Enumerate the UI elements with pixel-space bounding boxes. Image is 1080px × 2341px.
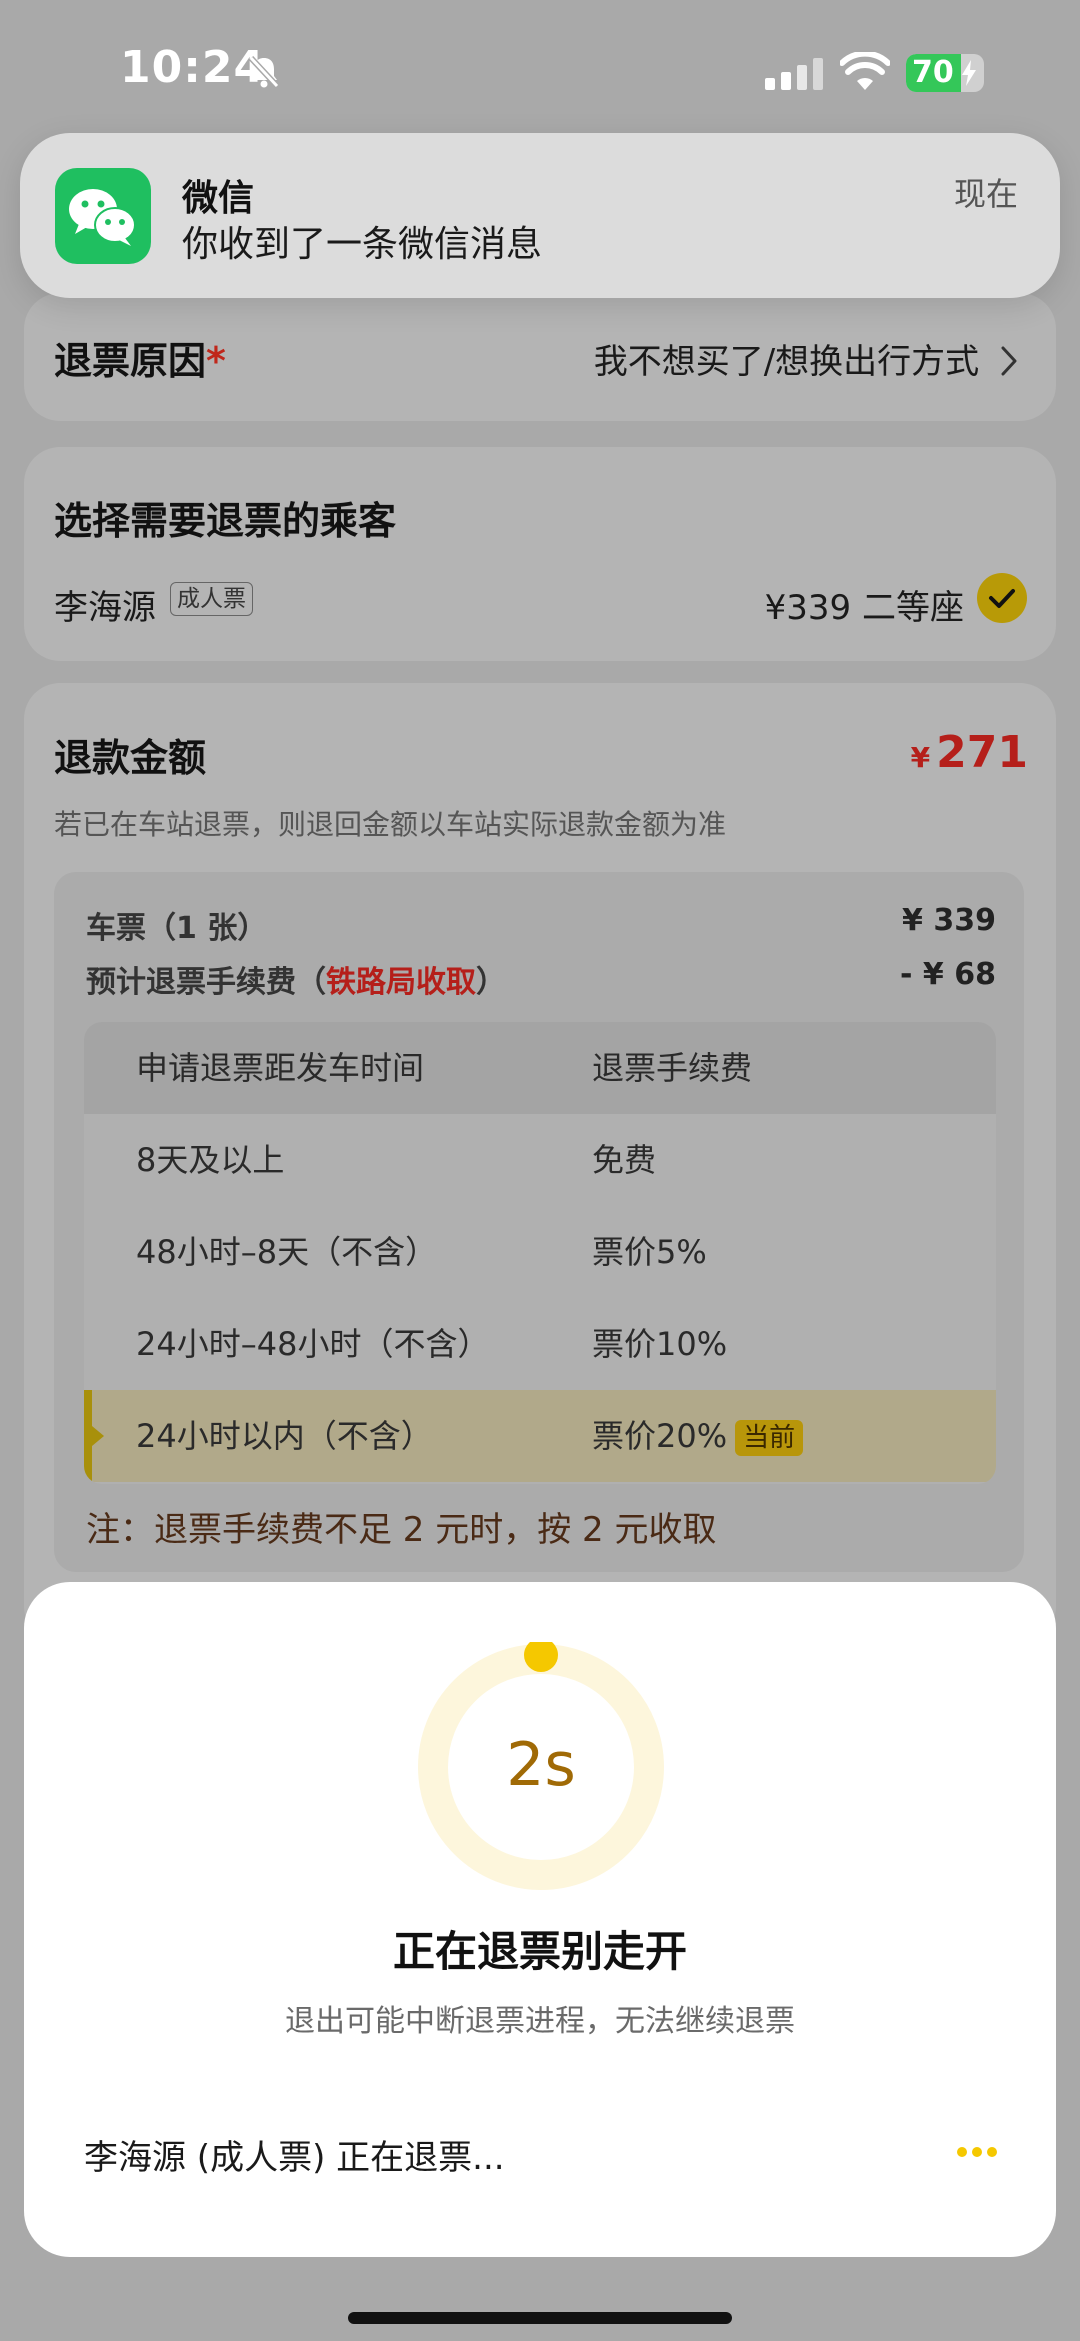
wechat-notification[interactable]: 微信 你收到了一条微信消息 现在: [20, 133, 1060, 298]
countdown-text: 2s: [506, 1730, 576, 1800]
refund-reason-value[interactable]: 我不想买了/想换出行方式: [594, 334, 1018, 383]
loading-dots-icon: [957, 2147, 997, 2157]
fee-label-collector: 铁路局收取: [326, 965, 476, 1000]
home-indicator[interactable]: [348, 2312, 732, 2324]
status-time: 10:24: [120, 42, 266, 93]
current-tag: 当前: [735, 1420, 804, 1456]
fee-rules-table: 申请退票距发车时间 退票手续费 8天及以上 免费 48小时–8天（不含） 票价5…: [84, 1022, 996, 1484]
ticket-total-value: ¥ 339: [902, 903, 996, 938]
notification-message: 你收到了一条微信消息: [182, 224, 543, 265]
table-header-fee: 退票手续费: [592, 1049, 753, 1087]
fee-value: - ¥ 68: [900, 957, 996, 992]
signal-icon: [765, 58, 823, 90]
required-mark: *: [206, 339, 226, 383]
passenger-name: 李海源: [54, 588, 156, 628]
row-time: 8天及以上: [136, 1141, 285, 1179]
current-row-pointer: [92, 1426, 104, 1446]
check-circle-icon[interactable]: [977, 573, 1027, 623]
ticket-type-badge: 成人票: [170, 582, 253, 616]
charging-bolt-icon: [962, 60, 976, 86]
battery-icon: 70: [906, 54, 984, 92]
notification-app-name: 微信: [182, 178, 255, 219]
table-header-time: 申请退票距发车时间: [136, 1049, 425, 1087]
fee-label-prefix: 预计退票手续费（: [86, 965, 326, 1000]
chevron-right-icon: [1001, 346, 1017, 376]
fee-label: 预计退票手续费（铁路局收取）: [86, 957, 506, 1001]
currency-symbol: ¥: [910, 741, 931, 774]
row-time: 24小时以内（不含）: [136, 1417, 433, 1455]
refund-amount-number: 271: [936, 727, 1028, 778]
refund-amount-value: ¥271: [911, 727, 1028, 778]
wechat-icon: [55, 168, 151, 264]
refund-reason-label-text: 退票原因: [54, 339, 207, 383]
ticket-count-label: 车票（1 张）: [86, 911, 268, 946]
row-time: 48小时–8天（不含）: [136, 1233, 438, 1271]
refund-amount-note: 若已在车站退票，则退回金额以车站实际退款金额为准: [54, 808, 727, 841]
refund-reason-label: 退票原因*: [54, 330, 226, 385]
table-row: 8天及以上 免费: [84, 1114, 996, 1206]
refund-amount-title: 退款金额: [54, 736, 207, 780]
row-time: 24小时–48小时（不含）: [136, 1325, 490, 1363]
fee-footnote: 注：退票手续费不足 2 元时，按 2 元收取: [86, 1510, 717, 1550]
row-fee: 票价5%: [592, 1233, 707, 1271]
notification-time: 现在: [953, 175, 1018, 213]
refund-status-text: 李海源 (成人票) 正在退票...: [84, 2138, 505, 2178]
sheet-subtitle: 退出可能中断退票进程，无法继续退票: [285, 2004, 795, 2039]
row-fee: 票价10%: [592, 1325, 728, 1363]
row-fee: 票价20% 当前: [592, 1390, 804, 1482]
table-header: 申请退票距发车时间 退票手续费: [84, 1022, 996, 1114]
passenger-section-title: 选择需要退票的乘客: [54, 499, 397, 543]
refund-reason-value-text: 我不想买了/想换出行方式: [593, 342, 980, 382]
row-fee-text: 票价20%: [592, 1417, 728, 1455]
table-row: 24小时–48小时（不含） 票价10%: [84, 1298, 996, 1390]
sheet-title: 正在退票别走开: [392, 1927, 687, 1976]
table-row: 48小时–8天（不含） 票价5%: [84, 1206, 996, 1298]
passenger-price-seat: ¥339 二等座: [764, 588, 964, 628]
wifi-icon: [840, 52, 890, 90]
fee-label-suffix: ）: [476, 965, 506, 1000]
battery-level: 70: [912, 55, 954, 90]
current-row-indicator: [84, 1390, 92, 1482]
table-row-current: 24小时以内（不含） 票价20% 当前: [84, 1390, 996, 1482]
row-fee: 免费: [592, 1141, 657, 1179]
bell-slash-icon: [248, 55, 280, 89]
